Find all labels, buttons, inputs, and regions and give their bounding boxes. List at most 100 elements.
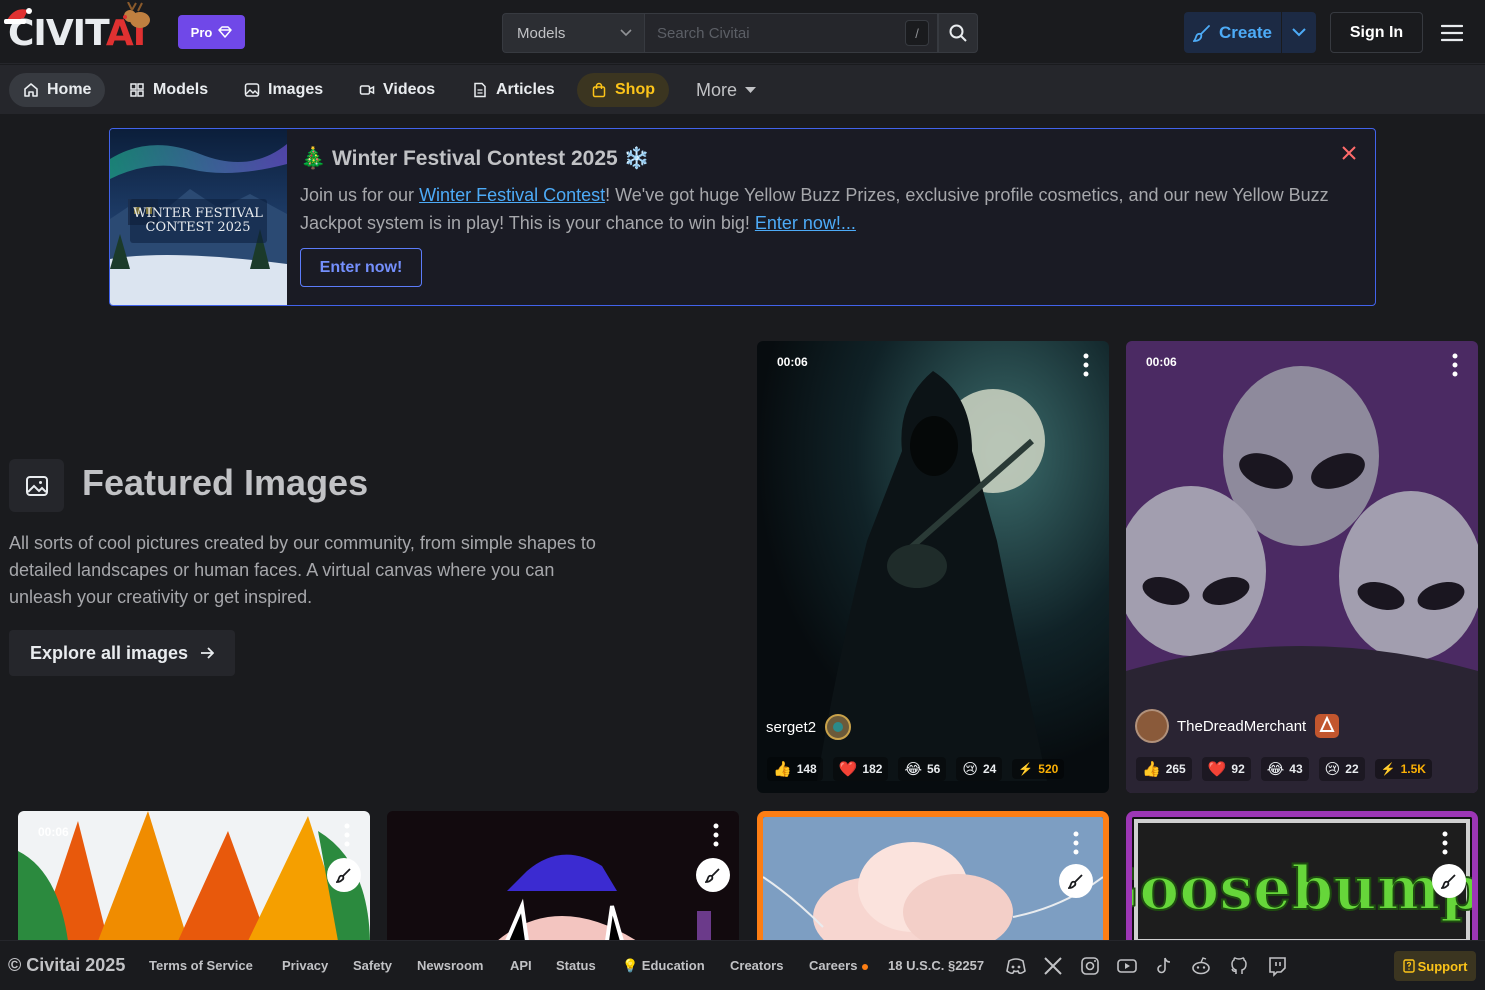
laugh-icon: 😂 [1266,760,1285,778]
close-icon[interactable] [1339,143,1359,163]
like-reaction[interactable]: 👍 265 [1136,757,1192,781]
video-icon [359,85,375,95]
brush-icon [1193,24,1210,42]
reddit-icon[interactable] [1190,955,1212,977]
card-author[interactable]: TheDreadMerchant [1135,709,1340,743]
remix-button[interactable] [1059,864,1093,898]
like-reaction[interactable]: 👍 148 [767,757,823,781]
footer-link-education[interactable]: 💡 Education [622,958,705,974]
notification-dot [862,963,869,970]
search-scope-select[interactable]: Models [502,13,644,53]
create-dropdown-button[interactable] [1282,12,1316,53]
search-button[interactable] [938,13,978,53]
search-input[interactable] [657,24,897,42]
reaction-bar: 👍 148 ❤️ 182 😂 56 😢 24 ⚡ 520 [767,757,1065,781]
search-input-wrap: / [644,13,938,53]
video-duration: 00:06 [38,825,69,839]
card-image [763,817,1103,941]
tab-images[interactable]: Images [230,73,337,107]
hamburger-menu-button[interactable] [1436,17,1468,49]
heart-icon: ❤️ [1207,760,1227,778]
buzz-tip[interactable]: ⚡ 520 [1012,759,1065,779]
contest-link[interactable]: Winter Festival Contest [419,185,605,205]
image-card[interactable]: Goosebumps [1126,811,1478,941]
remix-button[interactable] [696,858,730,892]
enter-now-link[interactable]: Enter now!... [755,213,856,233]
footer: © Civitai 2025 Terms of Service Privacy … [0,940,1485,990]
cry-reaction[interactable]: 😢 22 [1318,757,1365,781]
footer-link-creators[interactable]: Creators [730,958,783,973]
tab-videos[interactable]: Videos [345,73,449,107]
remix-button[interactable] [1432,864,1466,898]
more-options-icon[interactable] [1083,353,1089,377]
top-header: CIVITAI Pro Models / Create [0,0,1485,64]
footer-link-newsroom[interactable]: Newsroom [417,958,483,973]
lightning-icon: ⚡ [1018,762,1034,776]
section-title: Featured Images [82,462,369,503]
image-card[interactable] [757,811,1109,941]
help-icon [1402,959,1415,973]
footer-link-privacy[interactable]: Privacy [282,958,328,973]
cry-icon: 😢 [1324,760,1341,778]
footer-link-safety[interactable]: Safety [353,958,392,973]
more-options-icon[interactable] [344,823,350,847]
heart-reaction[interactable]: ❤️ 182 [832,757,889,781]
photo-icon [25,475,48,496]
enter-now-button[interactable]: Enter now! [300,248,422,287]
github-icon[interactable] [1228,955,1250,977]
cry-icon: 😢 [962,760,978,778]
discord-icon[interactable] [1005,955,1027,977]
sign-in-button[interactable]: Sign In [1330,12,1423,53]
youtube-icon[interactable] [1116,955,1138,977]
image-card[interactable]: 00:06 serget2 👍 148 ❤️ 182 😂 56 😢 24 ⚡ 520 [757,341,1109,793]
image-card[interactable]: 00:06 TheDreadMerchant 👍 265 ❤️ 92 😂 43 😢 22… [1126,341,1478,793]
twitch-icon[interactable] [1266,955,1288,977]
search-bar: Models / [502,13,978,53]
brush-icon [1068,874,1083,889]
main-nav: Home Models Images Videos Articles Shop … [0,65,1485,114]
footer-link-careers[interactable]: Careers [809,958,869,973]
brush-icon [1441,874,1456,889]
footer-link-terms[interactable]: Terms of Service [149,958,253,973]
instagram-icon[interactable] [1079,955,1101,977]
laugh-reaction[interactable]: 😂 43 [1260,757,1309,781]
more-options-icon[interactable] [713,823,719,847]
more-options-icon[interactable] [1073,831,1079,855]
card-image [387,811,739,941]
tab-articles[interactable]: Articles [458,73,569,107]
laugh-reaction[interactable]: 😂 56 [898,757,947,781]
more-options-icon[interactable] [1442,831,1448,855]
tab-shop[interactable]: Shop [577,73,669,107]
explore-all-images-button[interactable]: Explore all images [9,630,235,676]
card-image [18,811,370,941]
civitai-logo[interactable]: CIVITAI [4,2,168,54]
remix-button[interactable] [327,858,361,892]
tab-home[interactable]: Home [9,73,106,107]
x-twitter-icon[interactable] [1042,955,1064,977]
avatar [1135,709,1169,743]
banner-body: Join us for our Winter Festival Contest!… [300,185,1329,233]
pro-badge[interactable]: Pro [178,15,245,49]
footer-link-2257[interactable]: 18 U.S.C. §2257 [888,958,984,973]
more-menu[interactable]: More [682,73,770,107]
grid-icon [130,83,144,97]
card-author[interactable]: serget2 [766,713,852,741]
support-button[interactable]: Support [1394,951,1476,981]
copyright: © Civitai 2025 [8,955,126,975]
heart-reaction[interactable]: ❤️ 92 [1201,757,1251,781]
image-card[interactable]: 00:06 [18,811,370,941]
lightning-icon: ⚡ [1380,762,1396,776]
more-options-icon[interactable] [1452,353,1458,377]
footer-link-status[interactable]: Status [556,958,596,973]
buzz-tip[interactable]: ⚡ 1.5K [1374,759,1432,779]
footer-link-api[interactable]: API [510,958,532,973]
tiktok-icon[interactable] [1153,955,1175,977]
image-card[interactable] [387,811,739,941]
video-duration: 00:06 [777,355,808,369]
contest-banner-image[interactable]: WINTER FESTIVAL CONTEST 2025 [110,129,287,305]
cry-reaction[interactable]: 😢 24 [956,757,1003,781]
image-caption-line-1: WINTER FESTIVAL [133,206,263,221]
create-button[interactable]: Create [1184,12,1282,53]
tab-models[interactable]: Models [115,73,222,107]
article-icon [474,82,486,98]
